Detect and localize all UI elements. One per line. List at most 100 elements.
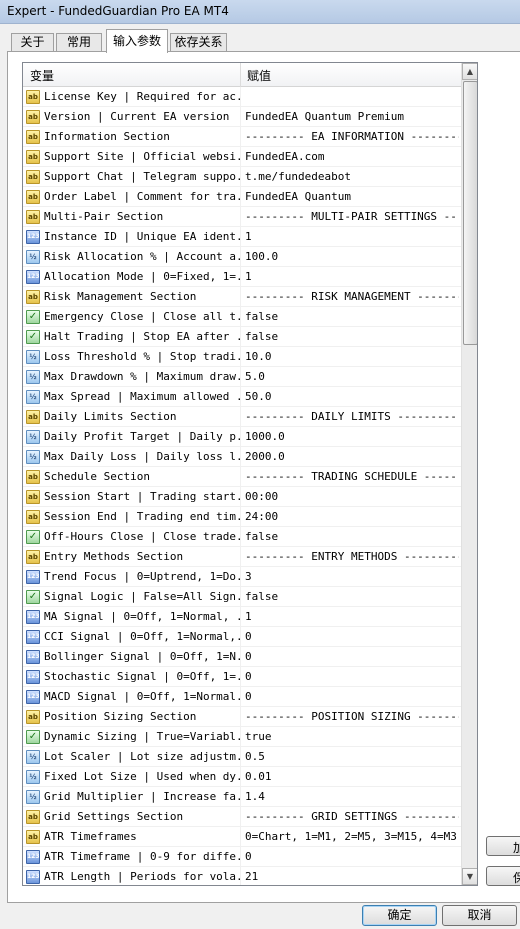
param-row[interactable]: 123 ATR Length | Periods for vola... 21 (23, 867, 461, 885)
param-row[interactable]: ½ Max Spread | Maximum allowed ... 50.0 (23, 387, 461, 407)
param-variable-cell[interactable]: ab Multi-Pair Section (23, 207, 241, 227)
param-row[interactable]: ✓ Dynamic Sizing | True=Variabl... true (23, 727, 461, 747)
param-value-cell[interactable]: --------- EA INFORMATION --------- (245, 130, 459, 143)
param-variable-cell[interactable]: ab Risk Management Section (23, 287, 241, 307)
param-row[interactable]: 123 ATR Timeframe | 0-9 for diffe... 0 (23, 847, 461, 867)
param-value-cell[interactable]: 0 (245, 850, 459, 863)
param-row[interactable]: 123 Trend Focus | 0=Uptrend, 1=Do... 3 (23, 567, 461, 587)
param-row[interactable]: ½ Risk Allocation % | Account a... 100.0 (23, 247, 461, 267)
param-value-cell[interactable]: 1.4 (245, 790, 459, 803)
param-value-cell[interactable]: false (245, 590, 459, 603)
param-row[interactable]: 123 CCI Signal | 0=Off, 1=Normal,... 0 (23, 627, 461, 647)
param-row[interactable]: ab Position Sizing Section --------- POSIT… (23, 707, 461, 727)
param-variable-cell[interactable]: ab Support Site | Official websi... (23, 147, 241, 167)
param-variable-cell[interactable]: ab Session End | Trading end tim... (23, 507, 241, 527)
save-button[interactable]: 保 (486, 866, 520, 886)
param-variable-cell[interactable]: ✓ Emergency Close | Close all t... (23, 307, 241, 327)
param-variable-cell[interactable]: ab Information Section (23, 127, 241, 147)
param-value-cell[interactable]: 0.01 (245, 770, 459, 783)
param-value-cell[interactable]: --------- RISK MANAGEMENT --------- (245, 290, 459, 303)
param-row[interactable]: ½ Loss Threshold % | Stop tradi... 10.0 (23, 347, 461, 367)
vertical-scrollbar[interactable]: ▲ ▼ (461, 63, 477, 885)
param-value-cell[interactable]: --------- DAILY LIMITS --------- (245, 410, 459, 423)
param-variable-cell[interactable]: 123 Allocation Mode | 0=Fixed, 1=... (23, 267, 241, 287)
param-row[interactable]: ab Session End | Trading end tim... 24:00 (23, 507, 461, 527)
param-variable-cell[interactable]: ✓ Off-Hours Close | Close trade... (23, 527, 241, 547)
param-variable-cell[interactable]: ½ Lot Scaler | Lot size adjustm... (23, 747, 241, 767)
param-row[interactable]: ab Risk Management Section --------- RISK … (23, 287, 461, 307)
param-variable-cell[interactable]: 123 Trend Focus | 0=Uptrend, 1=Do... (23, 567, 241, 587)
tab-common[interactable]: 常用 (56, 33, 102, 52)
param-value-cell[interactable]: false (245, 530, 459, 543)
load-button[interactable]: 加 (486, 836, 520, 856)
param-value-cell[interactable]: 24:00 (245, 510, 459, 523)
param-row[interactable]: 123 Allocation Mode | 0=Fixed, 1=... 1 (23, 267, 461, 287)
param-variable-cell[interactable]: ab Position Sizing Section (23, 707, 241, 727)
param-row[interactable]: ab Support Chat | Telegram suppo... t.me/f… (23, 167, 461, 187)
param-variable-cell[interactable]: ab License Key | Required for ac... (23, 87, 241, 107)
column-header-variable[interactable]: 变量 (30, 67, 54, 84)
param-variable-cell[interactable]: ✓ Halt Trading | Stop EA after ... (23, 327, 241, 347)
param-variable-cell[interactable]: ½ Grid Multiplier | Increase fa... (23, 787, 241, 807)
param-value-cell[interactable]: t.me/fundedeabot (245, 170, 459, 183)
param-variable-cell[interactable]: ✓ Signal Logic | False=All Sign... (23, 587, 241, 607)
scroll-thumb[interactable] (463, 81, 477, 345)
param-variable-cell[interactable]: ab Schedule Section (23, 467, 241, 487)
param-value-cell[interactable]: 5.0 (245, 370, 459, 383)
param-row[interactable]: ✓ Emergency Close | Close all t... false (23, 307, 461, 327)
param-variable-cell[interactable]: ab Version | Current EA version (23, 107, 241, 127)
param-variable-cell[interactable]: ab Entry Methods Section (23, 547, 241, 567)
param-value-cell[interactable]: 2000.0 (245, 450, 459, 463)
ok-button[interactable]: 确定 (362, 905, 437, 926)
param-variable-cell[interactable]: 123 Stochastic Signal | 0=Off, 1=... (23, 667, 241, 687)
param-value-cell[interactable]: --------- POSITION SIZING --------- (245, 710, 459, 723)
scroll-up-arrow-icon[interactable]: ▲ (462, 63, 477, 80)
param-variable-cell[interactable]: ½ Fixed Lot Size | Used when dy... (23, 767, 241, 787)
param-value-cell[interactable]: false (245, 330, 459, 343)
param-row[interactable]: ½ Max Daily Loss | Daily loss l... 2000.0 (23, 447, 461, 467)
param-value-cell[interactable]: 0 (245, 630, 459, 643)
param-row[interactable]: ab Daily Limits Section --------- DAILY LI… (23, 407, 461, 427)
param-row[interactable]: ✓ Off-Hours Close | Close trade... false (23, 527, 461, 547)
param-value-cell[interactable]: 21 (245, 870, 459, 883)
param-variable-cell[interactable]: 123 CCI Signal | 0=Off, 1=Normal,... (23, 627, 241, 647)
param-row[interactable]: ½ Daily Profit Target | Daily p... 1000.0 (23, 427, 461, 447)
param-variable-cell[interactable]: 123 Instance ID | Unique EA ident... (23, 227, 241, 247)
param-row[interactable]: 123 MA Signal | 0=Off, 1=Normal, ... 1 (23, 607, 461, 627)
param-variable-cell[interactable]: ab ATR Timeframes (23, 827, 241, 847)
column-divider[interactable] (240, 63, 241, 87)
param-value-cell[interactable]: 100.0 (245, 250, 459, 263)
param-value-cell[interactable]: 50.0 (245, 390, 459, 403)
param-row[interactable]: ab Information Section --------- EA INFORM… (23, 127, 461, 147)
param-variable-cell[interactable]: 123 ATR Length | Periods for vola... (23, 867, 241, 885)
param-value-cell[interactable]: 0 (245, 690, 459, 703)
param-value-cell[interactable]: 1000.0 (245, 430, 459, 443)
param-value-cell[interactable]: 1 (245, 610, 459, 623)
param-row[interactable]: ab Support Site | Official websi... Funded… (23, 147, 461, 167)
param-row[interactable]: ½ Grid Multiplier | Increase fa... 1.4 (23, 787, 461, 807)
param-value-cell[interactable]: --------- MULTI-PAIR SETTINGS --... (245, 210, 459, 223)
column-header-value[interactable]: 赋值 (247, 67, 271, 84)
param-row[interactable]: ✓ Signal Logic | False=All Sign... false (23, 587, 461, 607)
param-row[interactable]: ab Order Label | Comment for tra... Funded… (23, 187, 461, 207)
tab-about[interactable]: 关于 (11, 33, 54, 52)
param-value-cell[interactable]: 10.0 (245, 350, 459, 363)
param-variable-cell[interactable]: ½ Risk Allocation % | Account a... (23, 247, 241, 267)
param-row[interactable]: 123 Bollinger Signal | 0=Off, 1=N... 0 (23, 647, 461, 667)
param-value-cell[interactable]: FundedEA Quantum Premium (245, 110, 459, 123)
param-value-cell[interactable]: FundedEA Quantum (245, 190, 459, 203)
param-variable-cell[interactable]: ab Order Label | Comment for tra... (23, 187, 241, 207)
param-variable-cell[interactable]: ½ Max Spread | Maximum allowed ... (23, 387, 241, 407)
param-row[interactable]: ab Version | Current EA version FundedEA Q… (23, 107, 461, 127)
param-row[interactable]: ab Multi-Pair Section --------- MULTI-PAIR… (23, 207, 461, 227)
param-value-cell[interactable]: 3 (245, 570, 459, 583)
param-variable-cell[interactable]: 123 MACD Signal | 0=Off, 1=Normal... (23, 687, 241, 707)
param-variable-cell[interactable]: ½ Loss Threshold % | Stop tradi... (23, 347, 241, 367)
param-value-cell[interactable]: true (245, 730, 459, 743)
param-row[interactable]: ✓ Halt Trading | Stop EA after ... false (23, 327, 461, 347)
param-row[interactable]: ½ Max Drawdown % | Maximum draw... 5.0 (23, 367, 461, 387)
param-variable-cell[interactable]: 123 ATR Timeframe | 0-9 for diffe... (23, 847, 241, 867)
param-row[interactable]: 123 MACD Signal | 0=Off, 1=Normal... 0 (23, 687, 461, 707)
param-variable-cell[interactable]: 123 MA Signal | 0=Off, 1=Normal, ... (23, 607, 241, 627)
param-variable-cell[interactable]: ab Daily Limits Section (23, 407, 241, 427)
